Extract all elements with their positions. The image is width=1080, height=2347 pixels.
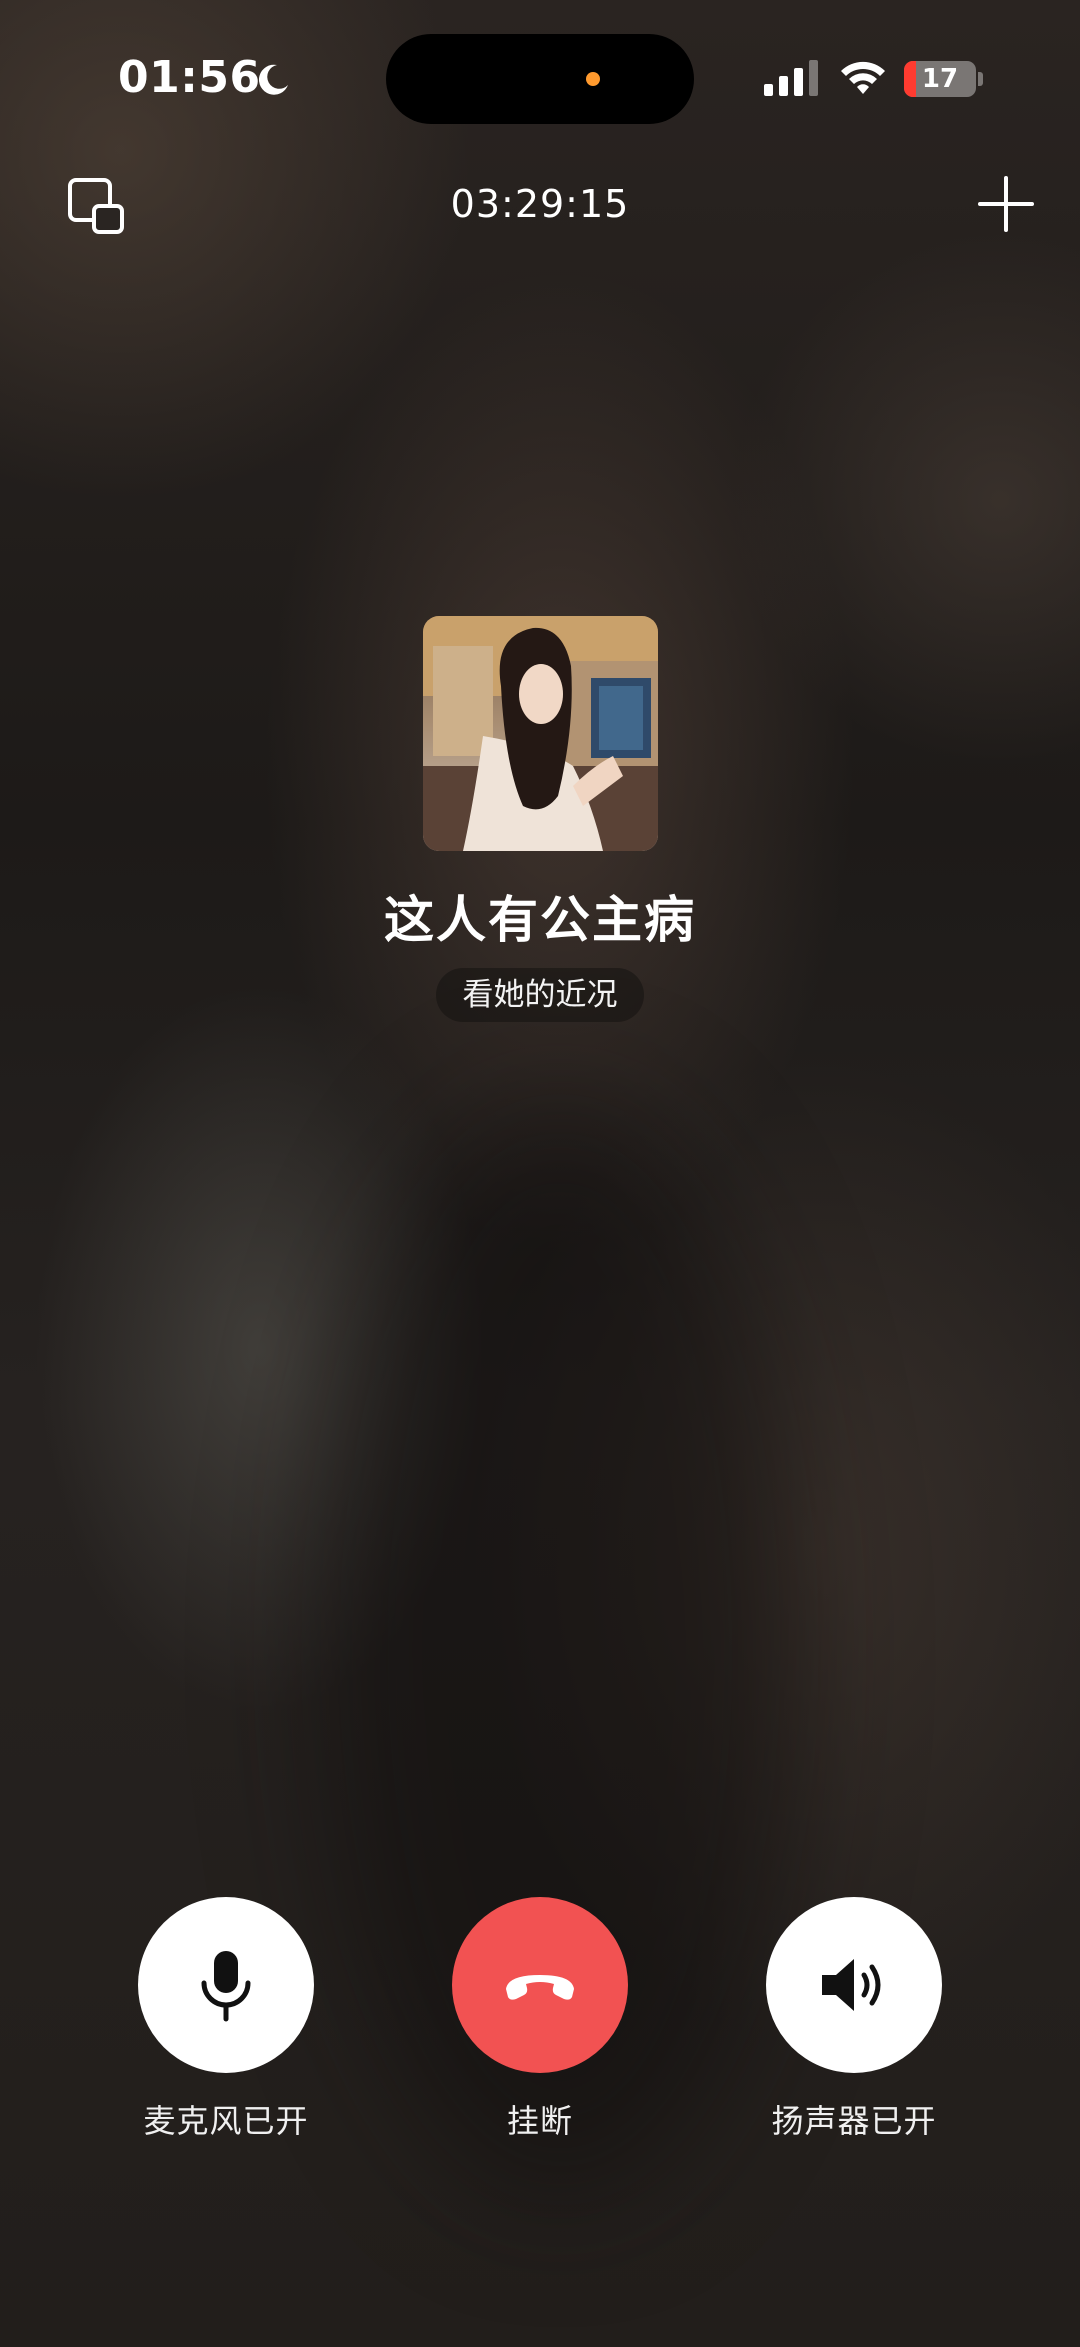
mute-button[interactable] xyxy=(138,1897,314,2073)
contact-status-pill[interactable]: 看她的近况 xyxy=(436,968,644,1022)
microphone-icon xyxy=(201,1951,251,2022)
dynamic-island xyxy=(386,34,694,124)
battery-indicator: 17 xyxy=(904,61,976,97)
speaker-button[interactable] xyxy=(766,1897,942,2073)
phone-hangup-icon xyxy=(506,1975,574,2000)
plus-icon[interactable] xyxy=(978,176,1034,232)
call-duration: 03:29:15 xyxy=(450,182,630,226)
mute-label: 麦克风已开 xyxy=(143,2102,309,2140)
contact-name: 这人有公主病 xyxy=(384,891,696,949)
hangup-button[interactable] xyxy=(452,1897,628,2073)
hangup-label: 挂断 xyxy=(506,2102,573,2140)
wifi-icon xyxy=(841,61,885,94)
cellular-signal-icon xyxy=(764,60,818,96)
speaker-icon xyxy=(822,1959,881,2011)
contact-avatar[interactable] xyxy=(423,616,658,851)
status-time: 01:56 xyxy=(118,52,261,103)
privacy-indicator-dot xyxy=(586,72,600,86)
battery-cap xyxy=(978,72,983,86)
speaker-label: 扬声器已开 xyxy=(771,2102,937,2140)
battery-level: 17 xyxy=(921,64,959,94)
moon-icon xyxy=(258,64,288,95)
